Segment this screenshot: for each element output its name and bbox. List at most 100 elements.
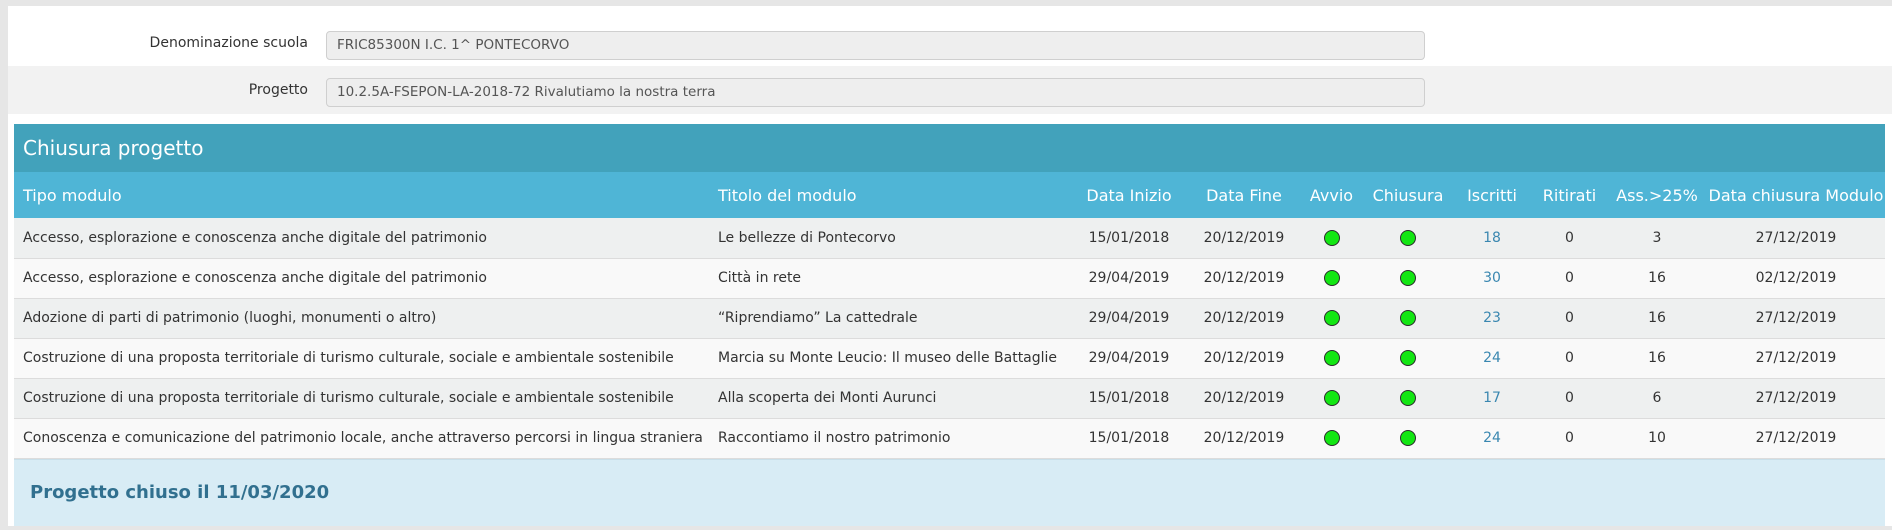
assenze-cell: 16 (1648, 310, 1666, 326)
modules-table-container: Chiusura progetto Tipo modulo Titolo del… (14, 124, 1885, 526)
header-iscritti: Iscritti (1467, 185, 1517, 205)
tipo-cell: Accesso, esplorazione e conoscenza anche… (23, 229, 487, 246)
chiusura-cell (1364, 418, 1452, 458)
titolo-cell: Raccontiamo il nostro patrimonio (718, 430, 951, 446)
header-data-chiusura: Data chiusura Modulo (1708, 185, 1884, 205)
iscritti-link[interactable]: 24 (1452, 338, 1532, 378)
assenze-cell: 3 (1652, 229, 1662, 246)
green-status-dot-icon (1400, 270, 1416, 286)
avvio-cell (1299, 218, 1364, 258)
chiusura-cell (1364, 338, 1452, 378)
chiusura-cell (1364, 378, 1452, 418)
data-chiusura-cell: 27/12/2019 (1755, 350, 1837, 366)
header-tipo-modulo: Tipo modulo (23, 185, 122, 205)
table-caption: Chiusura progetto (14, 124, 1885, 172)
ritirati-cell: 0 (1565, 310, 1574, 326)
iscritti-link[interactable]: 18 (1452, 218, 1532, 258)
project-label: Progetto (248, 82, 308, 98)
ritirati-cell: 0 (1565, 229, 1574, 246)
avvio-cell (1299, 338, 1364, 378)
inizio-cell: 29/04/2019 (1088, 270, 1170, 286)
modules-table: Tipo modulo Titolo del modulo Data Inizi… (14, 172, 1885, 459)
ritirati-cell: 0 (1565, 390, 1574, 406)
green-status-dot-icon (1400, 229, 1416, 246)
green-status-dot-icon (1323, 229, 1340, 246)
green-status-dot-icon (1323, 350, 1340, 366)
iscritti-link[interactable]: 23 (1452, 298, 1532, 338)
avvio-cell (1299, 258, 1364, 298)
assenze-cell: 16 (1648, 270, 1666, 286)
inizio-cell: 15/01/2018 (1088, 229, 1170, 246)
table-header-row: Tipo modulo Titolo del modulo Data Inizi… (14, 172, 1885, 218)
iscritti-link[interactable]: 17 (1452, 378, 1532, 418)
titolo-cell: Città in rete (718, 270, 802, 286)
avvio-cell (1299, 298, 1364, 338)
titolo-cell: Marcia su Monte Leucio: Il museo delle B… (718, 350, 1058, 366)
titolo-cell: “Riprendiamo” La cattedrale (718, 310, 918, 326)
ritirati-cell: 0 (1565, 270, 1574, 286)
tipo-cell: Conoscenza e comunicazione del patrimoni… (23, 430, 703, 446)
fine-cell: 20/12/2019 (1203, 390, 1285, 406)
avvio-cell (1299, 418, 1364, 458)
table-row: Costruzione di una proposta territoriale… (14, 338, 1885, 378)
green-status-dot-icon (1400, 390, 1416, 406)
table-row: Costruzione di una proposta territoriale… (14, 378, 1885, 418)
chiusura-cell (1364, 298, 1452, 338)
inizio-cell: 29/04/2019 (1088, 310, 1170, 326)
chiusura-cell (1364, 218, 1452, 258)
green-status-dot-icon (1323, 430, 1340, 446)
ritirati-cell: 0 (1565, 430, 1574, 446)
avvio-cell (1299, 378, 1364, 418)
titolo-cell: Alla scoperta dei Monti Aurunci (718, 390, 937, 406)
table-row: Accesso, esplorazione e conoscenza anche… (14, 218, 1885, 258)
fine-cell: 20/12/2019 (1203, 430, 1285, 446)
iscritti-link[interactable]: 30 (1452, 258, 1532, 298)
table-row: Conoscenza e comunicazione del patrimoni… (14, 418, 1885, 458)
header-titolo-modulo: Titolo del modulo (718, 185, 857, 205)
school-row: Denominazione scuola FRIC85300N I.C. 1^ … (8, 19, 1892, 67)
fine-cell: 20/12/2019 (1203, 310, 1285, 326)
data-chiusura-cell: 02/12/2019 (1755, 270, 1837, 286)
data-chiusura-cell: 27/12/2019 (1755, 430, 1837, 446)
inizio-cell: 29/04/2019 (1088, 350, 1170, 366)
assenze-cell: 6 (1652, 390, 1662, 406)
tipo-cell: Adozione di parti di patrimonio (luoghi,… (23, 310, 437, 326)
green-status-dot-icon (1400, 350, 1416, 366)
data-chiusura-cell: 27/12/2019 (1755, 229, 1837, 246)
project-closed-notice: Progetto chiuso il 11/03/2020 (14, 458, 1885, 526)
table-row: Adozione di parti di patrimonio (luoghi,… (14, 298, 1885, 338)
project-row: Progetto 10.2.5A-FSEPON-LA-2018-72 Rival… (8, 66, 1892, 114)
green-status-dot-icon (1323, 270, 1340, 286)
header-data-inizio: Data Inizio (1086, 185, 1172, 205)
school-field: FRIC85300N I.C. 1^ PONTECORVO (326, 31, 1425, 60)
school-label: Denominazione scuola (149, 35, 308, 51)
assenze-cell: 10 (1648, 430, 1666, 446)
header-data-fine: Data Fine (1206, 185, 1282, 205)
data-chiusura-cell: 27/12/2019 (1755, 310, 1837, 326)
inizio-cell: 15/01/2018 (1088, 390, 1170, 406)
project-closure-panel: Denominazione scuola FRIC85300N I.C. 1^ … (8, 6, 1892, 526)
tipo-cell: Costruzione di una proposta territoriale… (23, 390, 674, 406)
ritirati-cell: 0 (1565, 350, 1574, 366)
project-field: 10.2.5A-FSEPON-LA-2018-72 Rivalutiamo la… (326, 78, 1425, 107)
tipo-cell: Accesso, esplorazione e conoscenza anche… (23, 270, 487, 286)
fine-cell: 20/12/2019 (1203, 270, 1285, 286)
green-status-dot-icon (1400, 310, 1416, 326)
inizio-cell: 15/01/2018 (1088, 430, 1170, 446)
tipo-cell: Costruzione di una proposta territoriale… (23, 350, 674, 366)
titolo-cell: Le bellezze di Pontecorvo (718, 229, 896, 246)
iscritti-link[interactable]: 24 (1452, 418, 1532, 458)
header-assenze: Ass.>25% (1616, 185, 1698, 205)
chiusura-cell (1364, 258, 1452, 298)
header-avvio: Avvio (1309, 185, 1354, 205)
green-status-dot-icon (1323, 310, 1340, 326)
green-status-dot-icon (1400, 430, 1416, 446)
assenze-cell: 16 (1648, 350, 1666, 366)
header-chiusura: Chiusura (1372, 185, 1444, 205)
fine-cell: 20/12/2019 (1203, 229, 1285, 246)
green-status-dot-icon (1323, 390, 1340, 406)
header-ritirati: Ritirati (1542, 185, 1597, 205)
data-chiusura-cell: 27/12/2019 (1755, 390, 1837, 406)
table-row: Accesso, esplorazione e conoscenza anche… (14, 258, 1885, 298)
fine-cell: 20/12/2019 (1203, 350, 1285, 366)
